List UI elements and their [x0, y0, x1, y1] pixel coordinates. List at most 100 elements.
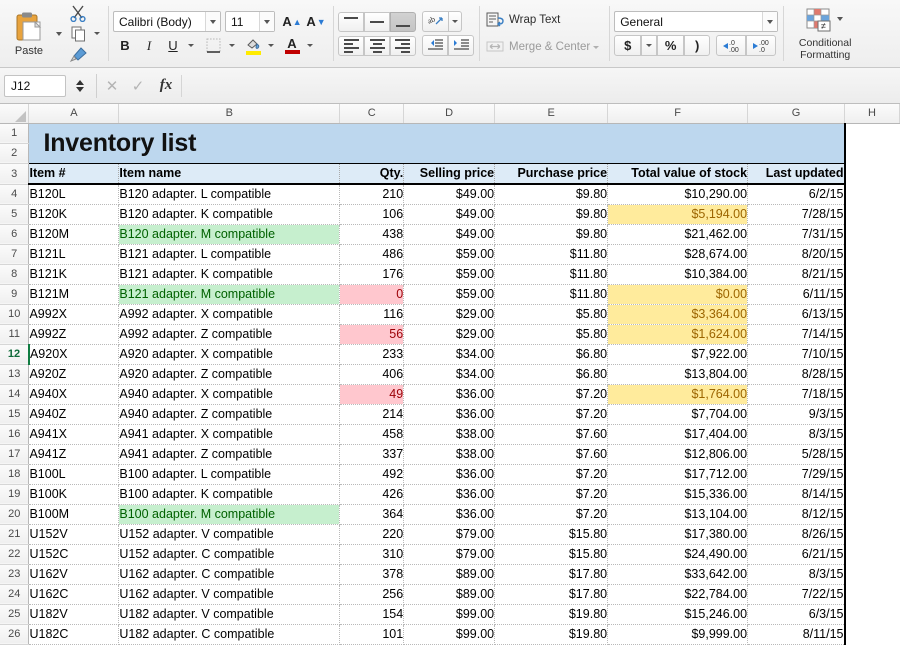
align-top-button[interactable]: [338, 12, 364, 32]
cell-total-value[interactable]: $7,922.00: [608, 344, 748, 364]
fill-color-dropdown-arrow[interactable]: [268, 44, 274, 47]
cell-item-number[interactable]: U162V: [29, 564, 119, 584]
cell-total-value[interactable]: $10,384.00: [608, 264, 748, 284]
grow-font-button[interactable]: A▲: [280, 11, 304, 32]
cell-item-number[interactable]: A992Z: [29, 324, 119, 344]
copy-button[interactable]: [65, 24, 91, 44]
currency-dropdown-arrow[interactable]: [641, 35, 657, 56]
cell-item-name[interactable]: U152 adapter. V compatible: [119, 524, 340, 544]
cell-column-H[interactable]: [845, 184, 900, 204]
font-name-input[interactable]: Calibri (Body): [113, 11, 221, 32]
cell-selling-price[interactable]: $29.00: [404, 324, 495, 344]
cell-purchase-price[interactable]: $19.80: [495, 624, 608, 644]
row-header-26[interactable]: 26: [0, 624, 29, 644]
cell-column-H[interactable]: [845, 624, 900, 644]
cell-purchase-price[interactable]: $9.80: [495, 224, 608, 244]
cell-last-updated[interactable]: 8/12/15: [748, 504, 845, 524]
cell-last-updated[interactable]: 6/21/15: [748, 544, 845, 564]
cell-selling-price[interactable]: $36.00: [404, 504, 495, 524]
cell-item-name[interactable]: A941 adapter. X compatible: [119, 424, 340, 444]
row-header-14[interactable]: 14: [0, 384, 29, 404]
cell-last-updated[interactable]: 5/28/15: [748, 444, 845, 464]
cell-purchase-price[interactable]: $5.80: [495, 304, 608, 324]
cell-quantity[interactable]: 458: [340, 424, 404, 444]
cell-item-number[interactable]: B120L: [29, 184, 119, 204]
cell-item-number[interactable]: A941Z: [29, 444, 119, 464]
cell-item-name[interactable]: U152 adapter. C compatible: [119, 544, 340, 564]
conditional-formatting-dropdown-arrow[interactable]: [837, 17, 843, 21]
cell-last-updated[interactable]: 7/18/15: [748, 384, 845, 404]
name-box[interactable]: J12: [4, 75, 66, 97]
cell-item-number[interactable]: A940X: [29, 384, 119, 404]
cell-item-number[interactable]: B120K: [29, 204, 119, 224]
text-orientation-button[interactable]: ab: [422, 11, 448, 32]
cell-selling-price[interactable]: $36.00: [404, 384, 495, 404]
number-format-dropdown-arrow[interactable]: [762, 12, 777, 31]
cell-column-H[interactable]: [845, 484, 900, 504]
cell-quantity[interactable]: 310: [340, 544, 404, 564]
fill-color-button[interactable]: [241, 35, 265, 56]
confirm-icon[interactable]: ✓: [125, 77, 151, 95]
font-name-dropdown-arrow[interactable]: [205, 12, 220, 31]
cell-selling-price[interactable]: $36.00: [404, 404, 495, 424]
row-header-6[interactable]: 6: [0, 224, 29, 244]
cell-total-value[interactable]: $15,336.00: [608, 484, 748, 504]
cell-item-number[interactable]: B120M: [29, 224, 119, 244]
cell-item-name[interactable]: A992 adapter. X compatible: [119, 304, 340, 324]
cell-quantity[interactable]: 438: [340, 224, 404, 244]
row-header-12[interactable]: 12: [0, 344, 29, 364]
cut-button[interactable]: [65, 3, 91, 23]
cell-last-updated[interactable]: 6/2/15: [748, 184, 845, 204]
cell-quantity[interactable]: 154: [340, 604, 404, 624]
cell-selling-price[interactable]: $99.00: [404, 604, 495, 624]
cell-last-updated[interactable]: 7/31/15: [748, 224, 845, 244]
cell-last-updated[interactable]: 8/28/15: [748, 364, 845, 384]
cell-last-updated[interactable]: 8/3/15: [748, 424, 845, 444]
cell-H2[interactable]: [845, 143, 900, 163]
cell-total-value[interactable]: $1,624.00: [608, 324, 748, 344]
cell-total-value[interactable]: $24,490.00: [608, 544, 748, 564]
row-header-25[interactable]: 25: [0, 604, 29, 624]
cell-total-value[interactable]: $17,380.00: [608, 524, 748, 544]
cell-selling-price[interactable]: $79.00: [404, 544, 495, 564]
cell-item-number[interactable]: U152C: [29, 544, 119, 564]
row-header-19[interactable]: 19: [0, 484, 29, 504]
borders-dropdown-arrow[interactable]: [229, 44, 235, 47]
text-orientation-dropdown-arrow[interactable]: [448, 11, 462, 32]
row-header-1[interactable]: 1: [0, 123, 29, 143]
insert-function-icon[interactable]: fx: [151, 77, 181, 94]
borders-button[interactable]: [200, 35, 226, 56]
cell-purchase-price[interactable]: $6.80: [495, 364, 608, 384]
cell-last-updated[interactable]: 8/14/15: [748, 484, 845, 504]
cell-selling-price[interactable]: $89.00: [404, 584, 495, 604]
cell-column-H[interactable]: [845, 264, 900, 284]
cell-last-updated[interactable]: 8/26/15: [748, 524, 845, 544]
cell-selling-price[interactable]: $59.00: [404, 284, 495, 304]
row-header-7[interactable]: 7: [0, 244, 29, 264]
cell-quantity[interactable]: 364: [340, 504, 404, 524]
row-header-8[interactable]: 8: [0, 264, 29, 284]
cell-last-updated[interactable]: 9/3/15: [748, 404, 845, 424]
cell-item-number[interactable]: U182V: [29, 604, 119, 624]
cell-item-number[interactable]: U152V: [29, 524, 119, 544]
select-all-corner[interactable]: [0, 104, 29, 123]
row-header-17[interactable]: 17: [0, 444, 29, 464]
cell-total-value[interactable]: $15,246.00: [608, 604, 748, 624]
cell-purchase-price[interactable]: $17.80: [495, 584, 608, 604]
italic-button[interactable]: I: [137, 35, 161, 56]
row-header-16[interactable]: 16: [0, 424, 29, 444]
row-header-11[interactable]: 11: [0, 324, 29, 344]
cell-total-value[interactable]: $5,194.00: [608, 204, 748, 224]
cell-quantity[interactable]: 233: [340, 344, 404, 364]
increase-indent-button[interactable]: [448, 35, 474, 56]
cell-column-H[interactable]: [845, 584, 900, 604]
cell-item-name[interactable]: A992 adapter. Z compatible: [119, 324, 340, 344]
row-header-23[interactable]: 23: [0, 564, 29, 584]
row-header-5[interactable]: 5: [0, 204, 29, 224]
cell-last-updated[interactable]: 7/14/15: [748, 324, 845, 344]
cell-column-H[interactable]: [845, 384, 900, 404]
cell-last-updated[interactable]: 7/28/15: [748, 204, 845, 224]
cell-column-H[interactable]: [845, 544, 900, 564]
cell-quantity[interactable]: 486: [340, 244, 404, 264]
cell-selling-price[interactable]: $79.00: [404, 524, 495, 544]
